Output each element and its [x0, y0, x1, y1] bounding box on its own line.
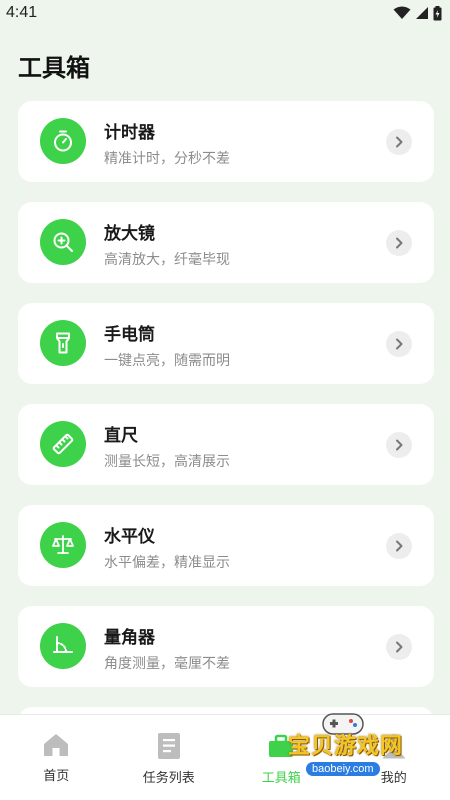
- watermark-logo: 宝贝游戏网 baobeiy.com: [268, 708, 448, 788]
- home-icon: [44, 734, 69, 756]
- tool-card-protractor[interactable]: 量角器 角度测量，毫厘不差: [18, 606, 434, 687]
- tool-card-level[interactable]: 水平仪 水平偏差，精准显示: [18, 505, 434, 586]
- tool-desc: 水平偏差，精准显示: [104, 555, 230, 571]
- tool-desc: 高清放大，纤毫毕现: [104, 252, 230, 268]
- tool-name: 计时器: [104, 123, 155, 143]
- list-icon: [157, 733, 180, 759]
- nav-label: 首页: [43, 769, 70, 784]
- scale-icon: [40, 522, 86, 568]
- tool-desc: 一键点亮，随需而明: [104, 353, 230, 369]
- stopwatch-icon: [40, 118, 86, 164]
- tool-name: 量角器: [104, 628, 155, 648]
- flashlight-icon: [40, 320, 86, 366]
- watermark-url: baobeiy.com: [306, 762, 380, 776]
- watermark-text: 宝贝游戏网: [288, 734, 404, 759]
- chevron-right-icon[interactable]: [386, 129, 412, 155]
- chevron-right-icon[interactable]: [386, 533, 412, 559]
- tool-name: 放大镜: [104, 224, 155, 244]
- signal-icon: [416, 7, 428, 19]
- status-time: 4:41: [6, 4, 38, 21]
- chevron-right-icon[interactable]: [386, 331, 412, 357]
- wifi-icon: [393, 6, 411, 19]
- chevron-right-icon[interactable]: [386, 230, 412, 256]
- status-bar: 4:41: [0, 0, 450, 26]
- tool-desc: 精准计时，分秒不差: [104, 151, 230, 167]
- nav-item-home[interactable]: 首页: [0, 715, 113, 800]
- magnifier-icon: [40, 219, 86, 265]
- protractor-icon: [40, 623, 86, 669]
- nav-item-tasks[interactable]: 任务列表: [113, 715, 226, 800]
- tool-card-ruler[interactable]: 直尺 测量长短，高清展示: [18, 404, 434, 485]
- battery-icon: [433, 5, 442, 20]
- ruler-icon: [40, 421, 86, 467]
- tool-name: 直尺: [104, 426, 138, 446]
- chevron-right-icon[interactable]: [386, 432, 412, 458]
- page-title: 工具箱: [18, 54, 90, 82]
- tool-desc: 角度测量，毫厘不差: [104, 656, 230, 672]
- tool-card-magnifier[interactable]: 放大镜 高清放大，纤毫毕现: [18, 202, 434, 283]
- tool-name: 水平仪: [104, 527, 155, 547]
- nav-label: 任务列表: [142, 771, 195, 786]
- chevron-right-icon[interactable]: [386, 634, 412, 660]
- tool-card-timer[interactable]: 计时器 精准计时，分秒不差: [18, 101, 434, 182]
- tool-name: 手电筒: [104, 325, 155, 345]
- tool-desc: 测量长短，高清展示: [104, 454, 230, 470]
- tool-card-flashlight[interactable]: 手电筒 一键点亮，随需而明: [18, 303, 434, 384]
- status-icons: [393, 5, 442, 21]
